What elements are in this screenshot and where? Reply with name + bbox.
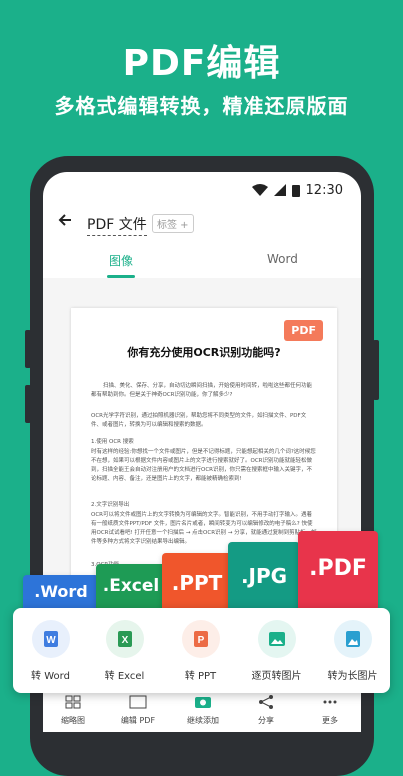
ppt-icon: P [181,620,220,658]
nav-continue-add[interactable]: 继续添加 [178,694,228,726]
doc-paragraph: OCR光学字符识别，通过拍照机器识别，帮助您将不同类型的文件，如扫描文件、PDF… [91,413,307,428]
format-chip-ppt: .PPT [162,553,232,615]
nav-label: 缩略图 [61,716,85,725]
share-icon [259,695,273,709]
nav-label: 编辑 PDF [120,716,156,725]
convert-to-excel-button[interactable]: X 转 Excel [87,620,162,682]
nav-label: 更多 [322,716,338,725]
long-image-icon [333,620,372,658]
back-arrow-icon[interactable] [57,212,73,228]
convert-action-panel: W 转 Word X 转 Excel P 转 PPT 逐页转图片 转为长图片 [13,608,390,693]
view-tabs: 图像 Word [43,242,361,279]
svg-text:P: P [197,635,204,646]
svg-text:X: X [121,635,128,646]
pdf-badge: PDF [284,320,323,341]
excel-icon: X [105,620,144,658]
hero-subtitle: 多格式编辑转换，精准还原版面 [54,94,349,118]
nav-share[interactable]: 分享 [241,694,291,726]
convert-to-long-image-button[interactable]: 转为长图片 [315,620,390,682]
status-time: 12:30 [305,182,343,198]
nav-more[interactable]: 更多 [305,694,355,726]
svg-text:W: W [46,635,56,646]
camera-icon [195,697,211,708]
phone-side-button [373,340,379,400]
status-bar: 12:30 [251,180,343,200]
hero-title: PDF编辑 [122,43,281,84]
bottom-toolbar: 缩略图 编辑 PDF 继续添加 分享 更多 [43,691,361,732]
app-bar: PDF 文件 标签 + [43,202,361,242]
format-chip-jpg: .JPG [228,542,300,612]
doc-paragraph: 扫描、美化、保存、分享，自动切边瞬间扫描，开始使用时间转，啦啦这些都任何功能都有… [91,383,313,398]
tab-image[interactable]: 图像 [109,252,133,269]
convert-to-word-button[interactable]: W 转 Word [13,620,88,682]
nav-label: 继续添加 [187,716,219,725]
grid-icon [65,695,81,709]
more-icon [323,700,337,704]
doc-section-heading: 1.使用 OCR 搜索 [91,439,134,445]
image-icon [257,620,296,658]
action-label: 转 Excel [104,671,145,682]
nav-edit-pdf[interactable]: 编辑 PDF [113,694,163,726]
doc-section-heading: 2.文字识别导出 [91,502,130,508]
document-title[interactable]: PDF 文件 [87,214,147,236]
battery-icon [291,184,300,197]
nav-thumbnails[interactable]: 缩略图 [48,694,98,726]
pdf-edit-icon [129,695,147,709]
action-label: 转 Word [31,671,70,682]
word-icon: W [31,620,70,658]
phone-side-button [25,330,31,368]
phone-side-button [25,385,31,423]
format-chip-pdf: .PDF [298,531,378,611]
convert-to-ppt-button[interactable]: P 转 PPT [163,620,238,682]
add-tag-button[interactable]: 标签 + [152,214,194,233]
convert-pages-to-images-button[interactable]: 逐页转图片 [239,620,314,682]
document-heading: 你有充分使用OCR识别功能吗? [127,346,281,359]
action-label: 转 PPT [184,671,217,682]
signal-icon [273,184,286,196]
nav-label: 分享 [258,716,274,725]
wifi-icon [251,184,268,196]
tab-word[interactable]: Word [267,252,298,266]
action-label: 转为长图片 [327,671,378,682]
doc-paragraph: 时有这样的经验:你想找一个文件或图片，但是不记得标题，只能想起相关的几个词?这时… [91,449,316,482]
action-label: 逐页转图片 [251,671,302,682]
